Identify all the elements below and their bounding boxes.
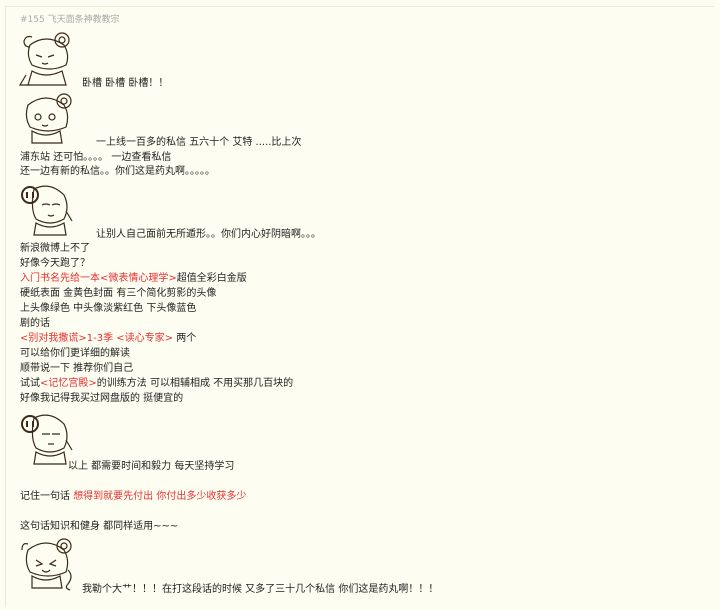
text-line: 入门书名先给一本<微表情心理学>超值全彩白金版 [20,273,247,285]
text-line: 还一边有新的私信。。你们这是药丸啊。。。。。 [20,166,215,177]
text-segment: 记住一句话 [20,491,74,502]
highlighted-text: <记忆宫殿> [40,378,97,389]
text-line: 这句话知识和健身 都同样适用~~~ [20,521,179,532]
highlighted-text: 入门书名先给一本<微表情心理学> [20,273,177,284]
text-line: 硬纸表面 金黄色封面 有三个简化剪影的头像 [20,288,217,299]
post-header[interactable]: #155 飞天面条神教教宗 [20,14,120,26]
text-line: 上头像绿色 中头像淡紫红色 下头像蓝色 [20,303,197,314]
emoticon-icon [18,89,76,147]
text-line: 好像今天跑了？ [20,258,90,269]
text-line: 以上 都需要时间和毅力 每天坚持学习 [68,461,235,472]
text-line: 试试<记忆宫殿>的训练方法 可以相辅相成 不用买那几百块的 [20,378,293,390]
text-line: 新浪微博上不了 [20,243,90,254]
text-segment: 的训练方法 可以相辅相成 不用买那几百块的 [96,378,294,389]
text-segment: 超值全彩白金版 [176,273,247,284]
text-line: 卧槽 卧槽 卧槽！！ [82,78,169,89]
text-line: 剧的话 [20,318,50,329]
text-line: 一上线一百多的私信 五六十个 艾特 .....比上次 [96,137,302,148]
text-line: <别对我撒谎>1-3季 <读心专家> 两个 [20,333,196,345]
text-line: 好像我记得我买过网盘版的 挺便宜的 [20,393,184,404]
text-line: 我勒个大艹！！！在打这段话的时候 又多了三十几个私信 你们这是药丸啊！！！ [82,584,439,595]
text-segment: 试试 [20,378,40,389]
text-line: 浦东站 还可怕。。。。 一边查看私信 [20,152,172,163]
emoticon-icon [18,534,76,592]
text-line: 记住一句话 想得到就要先付出 你付出多少收获多少 [20,491,246,503]
text-line: 可以给你们更详细的解读 [20,348,130,359]
text-line: 顺带说一下 推荐你们自己 [20,363,134,374]
emoticon-icon [18,410,76,468]
highlighted-text: <别对我撒谎>1-3季 <读心专家> [20,333,174,344]
text-segment: 两个 [173,333,197,344]
emoticon-icon [18,31,76,89]
emoticon-icon [18,181,76,239]
text-line: 让别人自己面前无所遁形。。你们内心好阴暗啊。。。 [96,229,321,240]
highlighted-text: 想得到就要先付出 你付出多少收获多少 [73,491,247,502]
